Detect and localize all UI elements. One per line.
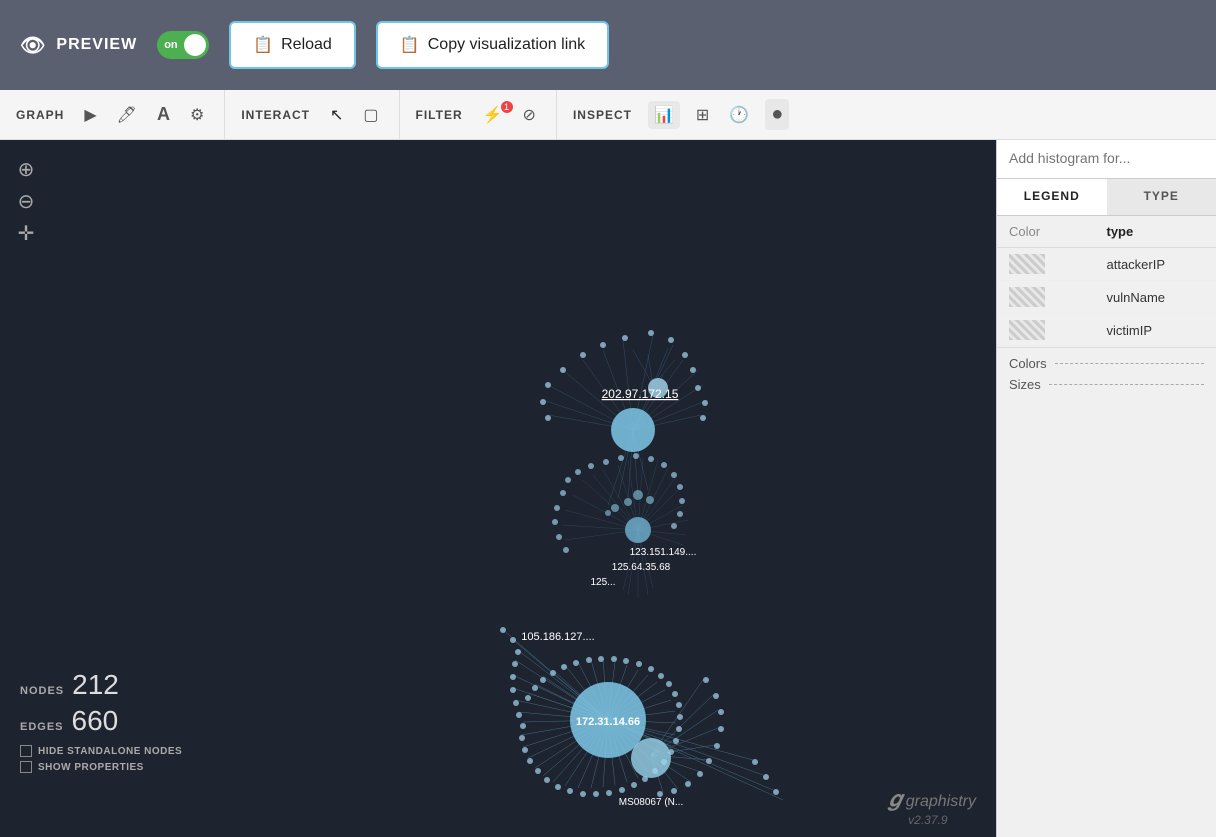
preview-section: 👁 PREVIEW <box>20 33 137 58</box>
histogram-input-area <box>997 140 1216 179</box>
tab-type[interactable]: TYPE <box>1107 179 1216 215</box>
right-panel: LEGEND TYPE Color type attackerIP vulnNa… <box>996 140 1216 837</box>
inspect-section: INSPECT 📊 ⊞ 🕐 ● <box>557 90 805 139</box>
graphistry-watermark: 𝒈 graphistry v2.37.9 <box>888 786 976 827</box>
text-icon[interactable]: A <box>153 100 174 129</box>
panel-tabs: LEGEND TYPE <box>997 179 1216 216</box>
filter-badge: ⚡ 1 <box>479 105 507 125</box>
graph-info: NODES 212 EDGES 660 HIDE STANDALONE NODE… <box>20 669 182 777</box>
graph-area[interactable]: ⊕ ⊖ ✛ <box>0 140 996 837</box>
brush-icon[interactable]: 🖊 <box>113 101 141 129</box>
color-header: Color <box>1009 224 1107 239</box>
legend-type-vulnname: vulnName <box>1107 290 1205 305</box>
toolbar: GRAPH ▶ 🖊 A ⚙ INTERACT ↖ ▢ FILTER ⚡ 1 ⊘ … <box>0 90 1216 140</box>
show-properties-checkbox[interactable] <box>20 761 32 773</box>
legend-header: Color type <box>997 216 1216 248</box>
bar-chart-icon[interactable]: 📊 <box>648 101 680 129</box>
hide-standalone-row: HIDE STANDALONE NODES <box>20 745 182 757</box>
clock-icon[interactable]: 🕐 <box>725 101 753 129</box>
legend-type-attackerip: attackerIP <box>1107 257 1205 272</box>
legend-extras: Colors Sizes <box>997 347 1216 406</box>
eye-icon: 👁 <box>20 33 46 58</box>
reload-button[interactable]: 📋 Reload <box>229 21 356 69</box>
copy-link-label: Copy visualization link <box>428 36 585 54</box>
preview-label: PREVIEW <box>56 36 137 54</box>
svg-text:105.186.127....: 105.186.127.... <box>521 631 594 643</box>
color-swatch-victimip <box>1009 320 1045 340</box>
reload-icon: 📋 <box>253 35 273 55</box>
settings-icon[interactable]: ⚙ <box>186 101 208 129</box>
color-swatch-vulnname <box>1009 287 1045 307</box>
graphistry-name: graphistry <box>906 793 976 810</box>
type-header: type <box>1107 224 1205 239</box>
svg-text:125...: 125... <box>590 577 615 588</box>
nodes-stat: NODES 212 <box>20 669 182 701</box>
top-bar: 👁 PREVIEW on 📋 Reload 📋 Copy visualizati… <box>0 0 1216 90</box>
svg-text:123.151.149....: 123.151.149.... <box>630 547 697 558</box>
legend-row-attackerip: attackerIP <box>997 248 1216 281</box>
colors-label: Colors <box>1009 356 1047 371</box>
interact-label: INTERACT <box>241 108 310 122</box>
zoom-in-button[interactable]: ⊕ <box>12 155 40 183</box>
filter-label: FILTER <box>416 108 463 122</box>
graphistry-version: v2.37.9 <box>908 813 947 827</box>
svg-text:202.97.172.15: 202.97.172.15 <box>602 387 679 401</box>
sizes-extra-row: Sizes <box>1009 377 1204 392</box>
legend-row-victimip: victimIP <box>997 314 1216 347</box>
play-icon[interactable]: ▶ <box>80 101 100 129</box>
colors-dashed-line <box>1055 363 1204 364</box>
inspect-label: INSPECT <box>573 108 632 122</box>
graph-section: GRAPH ▶ 🖊 A ⚙ <box>0 90 225 139</box>
sizes-label: Sizes <box>1009 377 1041 392</box>
edges-stat: EDGES 660 <box>20 705 182 737</box>
legend-type-victimip: victimIP <box>1107 323 1205 338</box>
copy-link-button[interactable]: 📋 Copy visualization link <box>376 21 609 69</box>
table-icon[interactable]: ⊞ <box>692 101 713 129</box>
tab-legend[interactable]: LEGEND <box>997 179 1107 215</box>
toggle-knob <box>184 34 206 56</box>
hide-standalone-label: HIDE STANDALONE NODES <box>38 746 182 757</box>
sizes-dashed-line <box>1049 384 1204 385</box>
filter-clear-icon[interactable]: ⊘ <box>519 101 540 129</box>
edges-label: EDGES <box>20 721 64 733</box>
toggle-on-label: on <box>164 39 177 51</box>
circle-icon[interactable]: ● <box>765 99 789 130</box>
show-properties-row: SHOW PROPERTIES <box>20 761 182 773</box>
graph-label: GRAPH <box>16 108 64 122</box>
panel-content: Color type attackerIP vulnName victimIP … <box>997 216 1216 837</box>
zoom-controls: ⊕ ⊖ ✛ <box>12 155 40 247</box>
copy-icon: 📋 <box>400 35 420 55</box>
svg-text:172.31.14.66: 172.31.14.66 <box>576 716 640 728</box>
svg-text:125.64.35.68: 125.64.35.68 <box>612 562 671 573</box>
histogram-search-input[interactable] <box>1009 150 1204 166</box>
interact-section: INTERACT ↖ ▢ <box>225 90 399 139</box>
edges-value: 660 <box>72 705 119 737</box>
select-icon[interactable]: ▢ <box>359 101 382 129</box>
filter-section: FILTER ⚡ 1 ⊘ <box>400 90 557 139</box>
filter-count: 1 <box>501 101 513 113</box>
reload-label: Reload <box>281 36 332 54</box>
colors-extra-row: Colors <box>1009 356 1204 371</box>
fit-button[interactable]: ✛ <box>12 219 40 247</box>
preview-toggle[interactable]: on <box>157 31 209 59</box>
zoom-out-button[interactable]: ⊖ <box>12 187 40 215</box>
main-content: ⊕ ⊖ ✛ <box>0 140 1216 837</box>
svg-text:MS08067 (N...: MS08067 (N... <box>619 797 683 808</box>
show-properties-label: SHOW PROPERTIES <box>38 762 144 773</box>
cursor-icon[interactable]: ↖ <box>326 101 347 129</box>
graph-checkboxes: HIDE STANDALONE NODES SHOW PROPERTIES <box>20 745 182 773</box>
nodes-label: NODES <box>20 685 64 697</box>
legend-row-vulnname: vulnName <box>997 281 1216 314</box>
nodes-value: 212 <box>72 669 119 701</box>
color-swatch-attackerip <box>1009 254 1045 274</box>
hide-standalone-checkbox[interactable] <box>20 745 32 757</box>
graphistry-brand: 𝒈 <box>888 786 902 811</box>
